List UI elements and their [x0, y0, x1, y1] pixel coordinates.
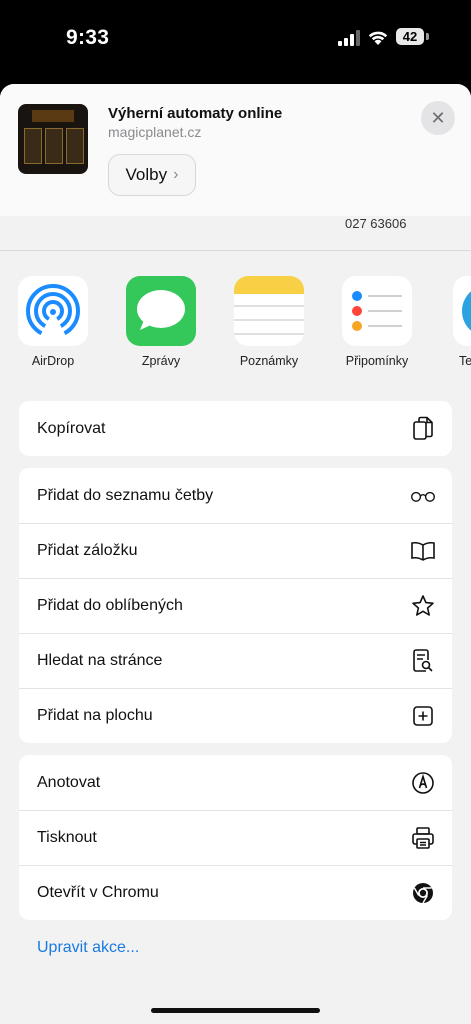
chevron-right-icon: ›: [173, 166, 179, 183]
action-open-chrome[interactable]: Otevřít v Chromu: [19, 865, 452, 920]
home-indicator[interactable]: [151, 1008, 320, 1013]
star-icon: [410, 593, 436, 619]
app-airdrop[interactable]: AirDrop: [3, 276, 103, 368]
divider: [0, 250, 471, 251]
action-label: Kopírovat: [37, 419, 106, 437]
action-label: Hledat na stránce: [37, 652, 163, 669]
notes-icon: [234, 276, 304, 346]
action-find-on-page[interactable]: Hledat na stránce: [19, 633, 452, 688]
app-label: Te: [459, 354, 471, 368]
share-apps-row: AirDrop Zprávy Poznámky Připomínky Te: [0, 276, 471, 376]
action-group-other: Anotovat Tisknout Otevřít v Chromu: [19, 755, 452, 920]
action-add-home-screen[interactable]: Přidat na plochu: [19, 688, 452, 743]
options-button[interactable]: Volby ›: [108, 154, 196, 196]
airdrop-icon: [18, 276, 88, 346]
markup-icon: [410, 770, 436, 796]
close-button[interactable]: ✕: [421, 101, 455, 135]
app-reminders[interactable]: Připomínky: [327, 276, 427, 368]
action-label: Přidat do oblíbených: [37, 597, 183, 614]
action-group-copy: Kopírovat: [19, 401, 452, 456]
share-header: Výherní automaty online magicplanet.cz V…: [0, 84, 471, 216]
action-label: Otevřít v Chromu: [37, 884, 159, 901]
background-page-text: 027 63606: [345, 216, 407, 231]
status-bar: 9:33 42: [0, 0, 471, 80]
cellular-signal-icon: [338, 30, 360, 46]
action-reading-list[interactable]: Přidat do seznamu četby: [19, 468, 452, 523]
add-square-icon: [410, 703, 436, 729]
app-notes[interactable]: Poznámky: [219, 276, 319, 368]
action-add-favorites[interactable]: Přidat do oblíbených: [19, 578, 452, 633]
page-url: magicplanet.cz: [108, 124, 202, 140]
edit-actions-link[interactable]: Upravit akce...: [37, 939, 139, 957]
action-markup[interactable]: Anotovat: [19, 755, 452, 810]
telegram-icon: [453, 276, 471, 346]
app-label: AirDrop: [31, 354, 75, 368]
page-thumbnail: [18, 104, 88, 174]
book-icon: [410, 538, 436, 564]
action-label: Tisknout: [37, 829, 97, 846]
wifi-icon: [368, 31, 388, 45]
action-label: Anotovat: [37, 773, 101, 791]
page-title: Výherní automaty online: [108, 105, 283, 122]
action-print[interactable]: Tisknout: [19, 810, 452, 865]
close-icon: ✕: [430, 107, 446, 128]
chrome-icon: [410, 880, 436, 906]
action-add-bookmark[interactable]: Přidat záložku: [19, 523, 452, 578]
glasses-icon: [410, 483, 436, 509]
action-group-safari: Přidat do seznamu četby Přidat záložku P…: [19, 468, 452, 743]
printer-icon: [410, 825, 436, 851]
action-label: Přidat do seznamu četby: [37, 486, 214, 504]
copy-icon: [410, 416, 436, 442]
action-copy[interactable]: Kopírovat: [19, 401, 452, 456]
app-telegram[interactable]: Te: [435, 276, 471, 368]
app-label: Zprávy: [141, 354, 181, 368]
find-page-icon: [410, 648, 436, 674]
status-time: 9:33: [66, 26, 110, 49]
share-sheet: Výherní automaty online magicplanet.cz V…: [0, 84, 471, 1024]
battery-icon: 42: [396, 28, 430, 47]
reminders-icon: [342, 276, 412, 346]
battery-level: 42: [396, 28, 424, 45]
app-messages[interactable]: Zprávy: [111, 276, 211, 368]
app-label: Poznámky: [239, 354, 299, 368]
options-label: Volby: [125, 165, 168, 184]
app-label: Připomínky: [345, 354, 409, 368]
messages-icon: [126, 276, 196, 346]
action-label: Přidat záložku: [37, 542, 138, 559]
action-label: Přidat na plochu: [37, 707, 153, 724]
